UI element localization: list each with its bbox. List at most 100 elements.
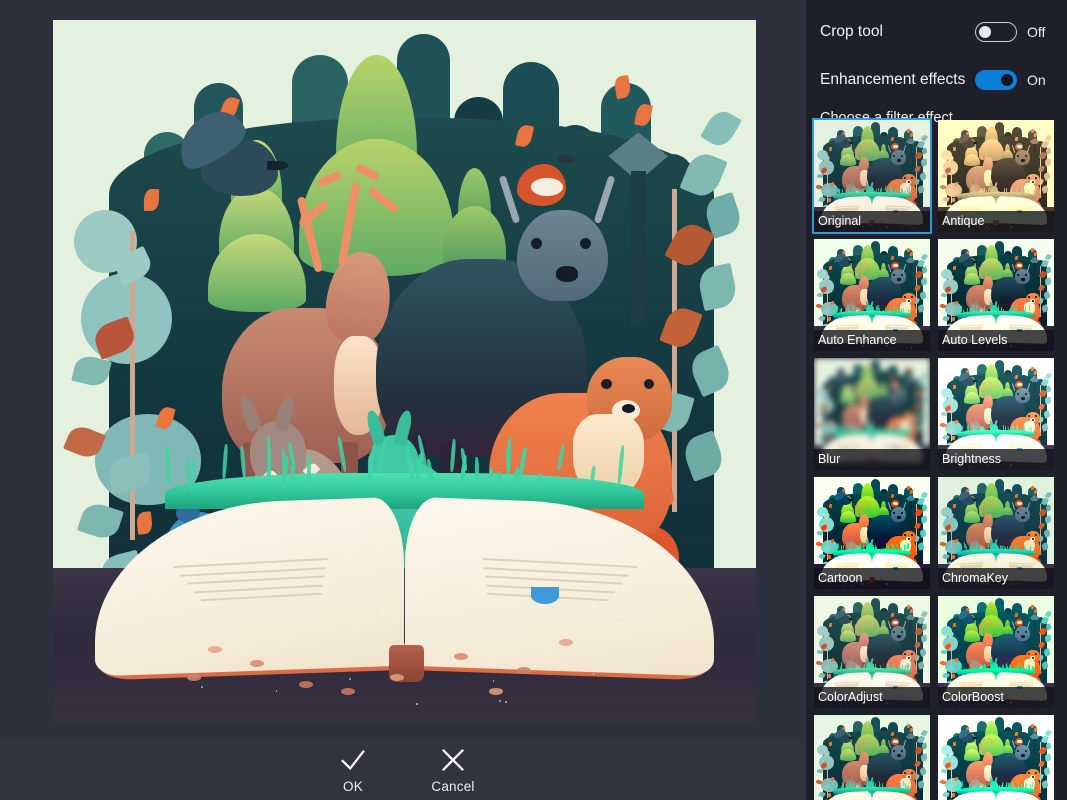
orange-bear-eye xyxy=(1035,296,1037,298)
dark-bear-snout xyxy=(1021,754,1025,756)
filter-list[interactable]: Original Antique Auto Enhance Auto Levels Bl… xyxy=(806,118,1067,800)
orange-leaf xyxy=(907,605,910,609)
flying-bird-beak xyxy=(973,499,976,501)
pine-tree-layer xyxy=(964,630,980,642)
enhancement-effects-toggle[interactable] xyxy=(975,70,1017,90)
orange-leaf xyxy=(907,248,910,252)
perched-bird-beak xyxy=(897,499,900,500)
dark-bear-eye xyxy=(1017,750,1019,752)
dark-bear-eye xyxy=(1025,631,1027,633)
filter-label: Auto Levels xyxy=(938,330,1054,351)
sparkle xyxy=(416,703,418,705)
dark-bear-eye xyxy=(1025,393,1027,395)
perched-bird-beak xyxy=(897,737,900,738)
leaf xyxy=(920,754,927,762)
filter-thumbnail-coloradjust[interactable]: ColorAdjust xyxy=(812,594,932,710)
sparkle xyxy=(537,646,539,648)
dark-bear-eye xyxy=(901,274,903,276)
sparkle xyxy=(349,678,351,680)
filter-thumbnail-original[interactable]: Original xyxy=(812,118,932,234)
filter-thumbnail-brightness[interactable]: Brightness xyxy=(936,356,1056,472)
orange-bear-eye xyxy=(911,653,913,655)
filter-thumbnail-row7-11[interactable] xyxy=(936,713,1056,800)
flying-bird-beak xyxy=(973,737,976,739)
filter-label: Auto Enhance xyxy=(814,330,930,351)
image-canvas[interactable] xyxy=(53,20,756,723)
leaf xyxy=(920,635,927,643)
orange-leaf xyxy=(907,724,910,728)
grass-blade xyxy=(475,457,479,485)
filter-thumbnail-row7-10[interactable] xyxy=(812,713,932,800)
leaf xyxy=(1044,754,1051,762)
orange-leaf xyxy=(953,623,956,627)
enhancement-effects-row[interactable]: Enhancement effects On xyxy=(806,56,1067,104)
diamond-tree-trunk xyxy=(909,620,912,645)
filter-thumbnail-cartoon[interactable]: Cartoon xyxy=(812,475,932,591)
pine-tree-layer xyxy=(964,392,980,404)
crop-tool-row[interactable]: Crop tool Off xyxy=(806,8,1067,56)
orange-leaf xyxy=(953,504,956,508)
sparkle xyxy=(201,686,203,688)
dark-bear-snout xyxy=(897,754,901,756)
dark-bear-eye xyxy=(893,274,895,276)
filter-thumbnail-auto-levels[interactable]: Auto Levels xyxy=(936,237,1056,353)
toggle-knob xyxy=(1001,74,1013,86)
filter-thumbnail-blur[interactable]: Blur xyxy=(812,356,932,472)
ok-button[interactable]: OK xyxy=(320,745,386,794)
orange-leaf xyxy=(890,613,893,617)
filter-thumbnail-antique[interactable]: Antique xyxy=(936,118,1056,234)
flying-bird-beak xyxy=(973,618,976,620)
diamond-tree-trunk xyxy=(1033,501,1036,526)
orange-bear-eye xyxy=(1035,534,1037,536)
diamond-tree-trunk xyxy=(909,263,912,288)
grass-blade xyxy=(902,189,903,194)
sparkle xyxy=(556,662,558,664)
check-icon xyxy=(338,745,368,775)
diamond-tree-trunk xyxy=(1033,382,1036,407)
grass-blade xyxy=(901,188,902,193)
orange-bear-eye xyxy=(644,379,655,390)
dark-bear-eye xyxy=(1017,155,1019,157)
crop-tool-toggle[interactable] xyxy=(975,22,1017,42)
sparkle xyxy=(461,611,463,613)
pine-tree-layer xyxy=(840,749,856,761)
pine-tree-layer xyxy=(840,392,856,404)
open-book xyxy=(821,792,923,800)
pine-tree-layer xyxy=(840,273,856,285)
dark-bear-eye xyxy=(1017,274,1019,276)
filter-thumbnail-colorboost[interactable]: ColorBoost xyxy=(936,594,1056,710)
grass-blade xyxy=(496,471,500,490)
filter-thumbnail-auto-enhance[interactable]: Auto Enhance xyxy=(812,237,932,353)
toggle-knob xyxy=(979,26,991,38)
flying-bird-beak xyxy=(849,261,852,263)
crop-tool-state: Off xyxy=(1027,24,1053,40)
perched-bird-beak xyxy=(1021,618,1024,619)
paper-boat xyxy=(531,587,559,604)
leaf xyxy=(920,159,927,167)
grass-blade xyxy=(1016,549,1017,552)
leaf xyxy=(1044,159,1051,167)
dark-bear-eye xyxy=(1025,274,1027,276)
orange-leaf xyxy=(1031,724,1034,728)
cancel-button[interactable]: Cancel xyxy=(420,745,486,794)
crop-tool-label: Crop tool xyxy=(820,23,975,41)
orange-leaf xyxy=(890,494,893,498)
orange-bear-eye xyxy=(1035,415,1037,417)
orange-leaf xyxy=(1031,129,1034,133)
orange-bear-nose xyxy=(622,404,635,413)
orange-leaf xyxy=(1014,613,1017,617)
editor-area: OK Cancel xyxy=(0,0,806,800)
filter-thumbnail-chromakey[interactable]: ChromaKey xyxy=(936,475,1056,591)
ok-label: OK xyxy=(343,779,363,794)
pebble xyxy=(454,653,468,660)
pebble xyxy=(517,667,531,674)
close-icon xyxy=(438,745,468,775)
book-page-right xyxy=(872,791,923,800)
flying-bird-beak xyxy=(849,142,852,144)
orange-bear-eye xyxy=(1035,177,1037,179)
flying-bird-beak xyxy=(849,499,852,501)
sparkle xyxy=(558,612,560,614)
grass-blade xyxy=(869,426,870,430)
flying-bird-beak xyxy=(973,261,976,263)
perched-bird-beak xyxy=(1021,142,1024,143)
